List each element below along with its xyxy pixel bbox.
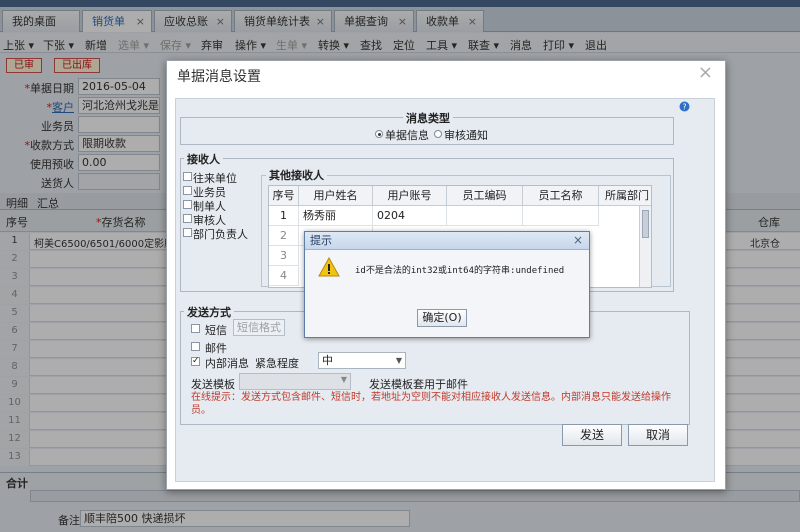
ok-button[interactable]: 确定(O) (417, 309, 467, 327)
dialog-title: 单据消息设置 (177, 69, 261, 85)
cancel-button[interactable]: 取消 (628, 424, 688, 446)
recv-row-name[interactable]: 杨秀丽 (299, 206, 373, 226)
ok-button-label: 确定(O) (422, 311, 462, 324)
radio-doc-info-label: 单据信息 (385, 129, 429, 142)
radio-audit-notice[interactable] (434, 130, 442, 138)
sms-format-button[interactable]: 短信格式 (233, 319, 285, 336)
radio-doc-info[interactable] (375, 130, 383, 138)
col-header-emp-code: 员工编码 (447, 186, 523, 206)
help-icon[interactable]: ? (679, 101, 690, 112)
recv-row-emp-name[interactable] (523, 206, 599, 226)
checkbox-email-label: 邮件 (205, 342, 227, 355)
col-header-emp-name: 员工名称 (523, 186, 599, 206)
chevron-down-icon: ▼ (395, 356, 402, 365)
checkbox-sms-label: 短信 (205, 324, 227, 337)
template-note: 发送模板套用于邮件 (369, 378, 468, 391)
radio-audit-notice-label: 审核通知 (444, 129, 488, 142)
recv-row-no: 1 (269, 206, 299, 226)
template-select[interactable]: ▼ (239, 373, 351, 390)
send-button[interactable]: 发送 (562, 424, 622, 446)
checkbox-partner[interactable] (183, 172, 192, 181)
checkbox-dept-head[interactable] (183, 228, 192, 237)
checkbox-internal[interactable]: ✓ (191, 357, 200, 366)
other-receiver-legend: 其他接收人 (266, 167, 327, 183)
send-method-legend: 发送方式 (184, 304, 234, 320)
col-header-dept: 所属部门 (599, 186, 651, 206)
scroll-thumb[interactable] (642, 210, 649, 238)
warning-icon (318, 257, 340, 277)
recv-row-no: 2 (269, 226, 299, 246)
urgency-value: 中 (322, 354, 333, 367)
checkbox-email[interactable] (191, 342, 200, 351)
checkbox-auditor[interactable] (183, 214, 192, 223)
msg-type-group: 消息类型 单据信息 审核通知 (180, 110, 674, 145)
col-header-user-name: 用户姓名 (299, 186, 373, 206)
template-label: 发送模板 (191, 378, 235, 391)
close-icon[interactable]: × (573, 232, 583, 249)
recv-row-no: 3 (269, 246, 299, 266)
urgency-select[interactable]: 中 ▼ (318, 352, 406, 369)
checkbox-internal-label: 内部消息 (205, 357, 249, 370)
checkbox-creator[interactable] (183, 200, 192, 209)
checkbox-sms[interactable] (191, 324, 200, 333)
chevron-down-icon: ▼ (340, 375, 347, 384)
alert-message: id不是合法的int32或int64的字符串:undefined (355, 266, 565, 276)
urgency-label: 紧急程度 (255, 357, 299, 370)
col-header-account: 用户账号 (373, 186, 447, 206)
checkbox-salesman[interactable] (183, 186, 192, 195)
close-icon[interactable]: × (698, 62, 713, 83)
receiver-legend: 接收人 (184, 151, 223, 167)
alert-title: 提示 (310, 234, 332, 247)
alert-dialog: 提示 × id不是合法的int32或int64的字符串:undefined 确定(… (304, 231, 590, 338)
alert-title-bar: 提示 × (305, 232, 589, 250)
checkbox-dept-head-label: 部门负责人 (193, 228, 248, 241)
svg-text:?: ? (682, 103, 686, 112)
recv-row-no: 4 (269, 266, 299, 286)
col-header-no: 序号 (269, 186, 299, 206)
online-tip: 在线提示：发送方式包含邮件、短信时，若地址为空则不能对相应接收人发送信息。内部消… (191, 392, 671, 416)
msg-type-legend: 消息类型 (403, 110, 453, 126)
recv-row-account[interactable]: 0204 (373, 206, 447, 226)
recv-row-emp-code[interactable] (447, 206, 523, 226)
vertical-scrollbar[interactable] (639, 206, 651, 287)
